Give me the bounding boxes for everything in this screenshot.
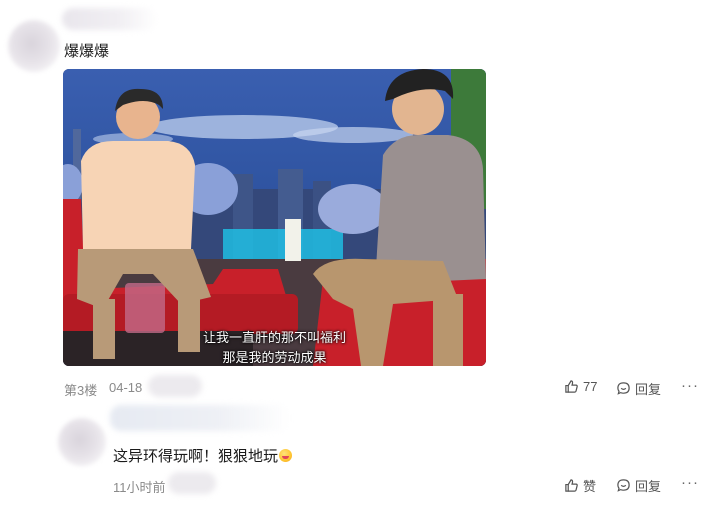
- like-count: 77: [583, 379, 598, 394]
- username[interactable]: [110, 405, 290, 431]
- ip-location: [168, 472, 216, 494]
- comment-date: 04-18: [109, 380, 143, 395]
- video-subtitle-line-2: 那是我的劳动成果: [222, 350, 327, 365]
- video-subtitle-line-1: 让我一直肝的那不叫福利: [202, 330, 346, 345]
- avatar[interactable]: [58, 418, 106, 466]
- comment-text: 这异环得玩啊！狠狠地玩: [113, 445, 293, 466]
- comment-time: 11小时前: [113, 480, 166, 495]
- comment-text-content: 这异环得玩啊！狠狠地玩: [113, 448, 279, 465]
- comment-text: 爆爆爆: [64, 43, 110, 60]
- video-thumbnail[interactable]: 让我一直肝的那不叫福利 那是我的劳动成果: [63, 69, 486, 366]
- floor-number: 第3楼: [64, 383, 98, 398]
- reply-bubble-icon: [617, 479, 630, 492]
- avatar[interactable]: [8, 20, 60, 72]
- reply-label: 回复: [635, 479, 662, 494]
- more-options-button[interactable]: ···: [681, 377, 699, 394]
- reply-button[interactable]: 回复: [616, 379, 661, 398]
- ip-location: [148, 375, 202, 397]
- thumb-up-icon: [565, 479, 578, 492]
- username[interactable]: [62, 8, 158, 30]
- like-button[interactable]: 赞: [564, 476, 596, 495]
- thumb-up-icon: [565, 380, 578, 393]
- reply-label: 回复: [635, 382, 662, 397]
- emoji-icon: [279, 449, 293, 462]
- video-scene: [63, 69, 486, 366]
- more-options-button[interactable]: ···: [681, 474, 699, 491]
- reply-button[interactable]: 回复: [616, 476, 661, 495]
- reply-bubble-icon: [617, 382, 630, 395]
- like-label: 赞: [583, 479, 597, 494]
- like-button[interactable]: 77: [564, 379, 597, 394]
